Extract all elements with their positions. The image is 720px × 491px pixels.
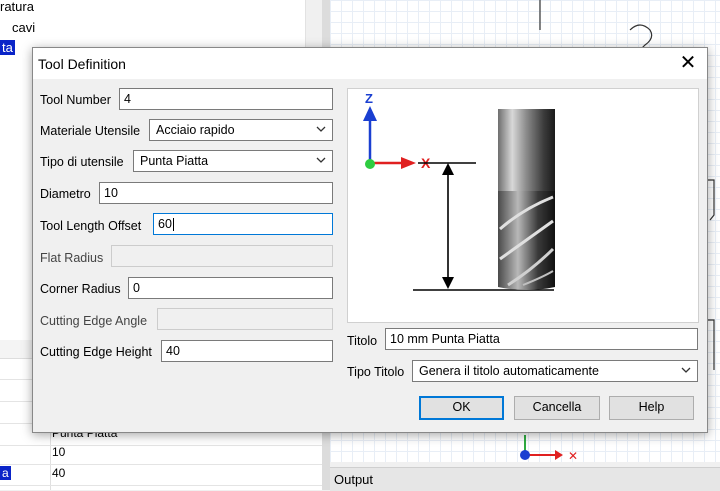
chevron-down-icon [316, 126, 326, 132]
svg-text:✕: ✕ [568, 449, 578, 462]
materiale-utensile-value: Acciaio rapido [156, 123, 235, 137]
output-panel-tab[interactable]: Output [330, 467, 720, 491]
grid-row-label: a [0, 466, 11, 480]
z-axis-arrow [363, 106, 377, 121]
grid-cell: 10 [52, 445, 66, 459]
tipo-titolo-label: Tipo Titolo [347, 365, 405, 379]
tool-length-offset-field[interactable]: 60 [153, 213, 333, 235]
origin-marker [365, 159, 375, 169]
text-caret [172, 218, 174, 232]
tool-preview: Z X [347, 88, 699, 323]
z-axis-label: Z [365, 91, 373, 106]
help-button[interactable]: Help [609, 396, 694, 420]
cutting-edge-height-field[interactable]: 40 [161, 340, 333, 362]
titolo-field[interactable]: 10 mm Punta Piatta [385, 328, 698, 350]
materiale-utensile-label: Materiale Utensile [40, 124, 141, 138]
tipo-titolo-value: Genera il titolo automaticamente [419, 364, 599, 378]
cutting-edge-height-label: Cutting Edge Height [40, 345, 152, 359]
tipo-utensile-label: Tipo di utensile [40, 155, 124, 169]
tool-shank [498, 109, 555, 191]
dialog-titlebar[interactable]: Tool Definition ✕ [33, 48, 707, 79]
close-icon[interactable]: ✕ [673, 50, 703, 76]
tool-number-field[interactable]: 4 [119, 88, 333, 110]
chevron-down-icon [316, 157, 326, 163]
x-axis-arrow [401, 157, 416, 169]
tipo-utensile-select[interactable]: Punta Piatta [133, 150, 333, 172]
tool-number-label: Tool Number [40, 93, 111, 107]
titolo-label: Titolo [347, 334, 378, 348]
grid-cell: 40 [52, 466, 66, 480]
corner-radius-field[interactable]: 0 [128, 277, 333, 299]
grid-row[interactable]: 10 [0, 443, 322, 465]
diametro-field[interactable]: 10 [99, 182, 333, 204]
dialog-title: Tool Definition [38, 56, 126, 72]
cutting-edge-angle-field [157, 308, 333, 330]
flat-radius-field [111, 245, 333, 267]
tipo-utensile-value: Punta Piatta [140, 154, 209, 168]
cancel-button[interactable]: Cancella [514, 396, 600, 420]
tree-item[interactable]: ratura [0, 0, 34, 14]
tool-length-offset-value: 60 [158, 217, 172, 231]
diametro-label: Diametro [40, 187, 91, 201]
ok-button[interactable]: OK [419, 396, 504, 420]
cutting-edge-angle-label: Cutting Edge Angle [40, 314, 148, 328]
materiale-utensile-select[interactable]: Acciaio rapido [149, 119, 333, 141]
corner-radius-label: Corner Radius [40, 282, 121, 296]
tree-item-selected[interactable]: ta [0, 40, 15, 55]
tool-definition-dialog: Tool Definition ✕ Tool Number 4 Material… [32, 47, 708, 433]
tool-length-offset-label: Tool Length Offset [40, 219, 142, 233]
chevron-down-icon [681, 367, 691, 373]
flat-radius-label: Flat Radius [40, 251, 104, 265]
end-mill-diagram: Z X [363, 91, 555, 291]
tipo-titolo-select[interactable]: Genera il titolo automaticamente [412, 360, 698, 382]
grid-row[interactable]: a 40 [0, 464, 322, 486]
output-label: Output [334, 472, 374, 487]
tree-item[interactable]: cavi [12, 20, 35, 35]
